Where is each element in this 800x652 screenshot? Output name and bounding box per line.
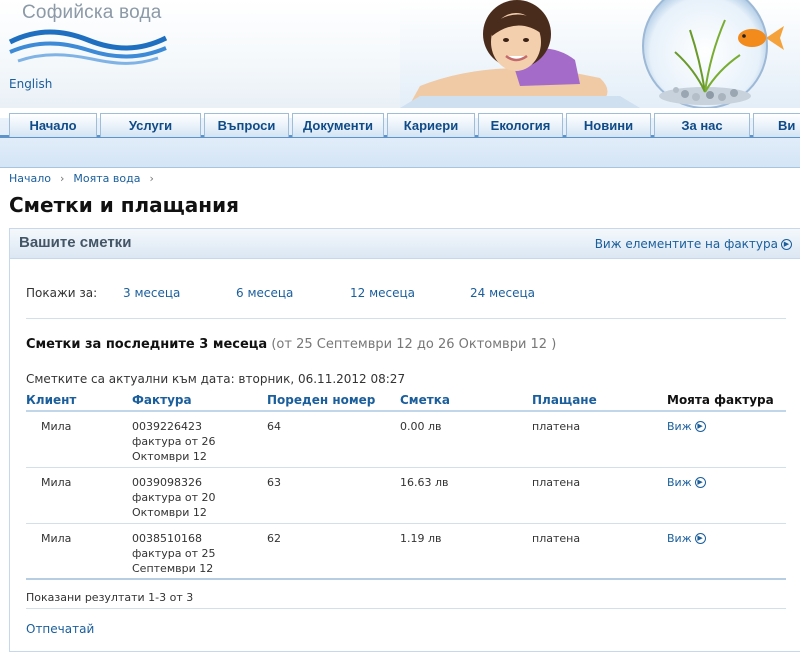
invoice-number: 0039226423 bbox=[132, 420, 202, 433]
column-header-my-invoice: Моята фактура bbox=[667, 393, 774, 407]
filter-24-months-link[interactable]: 24 месеца bbox=[470, 286, 535, 300]
payment-cell: платена bbox=[532, 476, 581, 489]
view-invoice-label: Виж bbox=[667, 532, 692, 545]
invoice-date-line: фактура от 26 bbox=[132, 435, 216, 448]
amount-cell: 16.63 лв bbox=[400, 476, 449, 489]
bills-updated-text: Сметките са актуални към дата: вторник, … bbox=[26, 372, 406, 386]
invoice-cell: 0038510168 фактура от 25 Септември 12 bbox=[132, 531, 216, 576]
bills-panel: Вашите сметки Виж елементите на фактура … bbox=[9, 228, 800, 652]
invoice-date-line: фактура от 25 bbox=[132, 547, 216, 560]
site-brand-name[interactable]: Софийска вода bbox=[22, 2, 162, 24]
bills-date-range: (от 25 Септември 12 до 26 Октомври 12 ) bbox=[271, 337, 557, 352]
my-invoice-cell: Виж ▶ bbox=[667, 531, 706, 546]
invoice-date-line: Октомври 12 bbox=[132, 450, 207, 463]
bills-panel-header: Вашите сметки Виж елементите на фактура … bbox=[10, 229, 800, 259]
nav-tab-careers[interactable]: Кариери bbox=[387, 113, 475, 137]
breadcrumb-separator: › bbox=[60, 172, 65, 185]
nav-tab-more[interactable]: Ви bbox=[753, 113, 800, 137]
column-header-invoice[interactable]: Фактура bbox=[132, 393, 192, 407]
view-invoice-link[interactable]: Виж ▶ bbox=[667, 531, 706, 546]
table-row: Мила 0038510168 фактура от 25 Септември … bbox=[26, 524, 786, 580]
nav-tab-documents[interactable]: Документи bbox=[292, 113, 384, 137]
invoice-number: 0039098326 bbox=[132, 476, 202, 489]
column-header-amount[interactable]: Сметка bbox=[400, 393, 450, 407]
filter-3-months-link[interactable]: 3 месеца bbox=[123, 286, 180, 300]
invoice-number: 0038510168 bbox=[132, 532, 202, 545]
page-title: Сметки и плащания bbox=[9, 193, 239, 217]
column-header-sequence[interactable]: Пореден номер bbox=[267, 393, 375, 407]
my-invoice-cell: Виж ▶ bbox=[667, 475, 706, 490]
breadcrumb-home-link[interactable]: Начало bbox=[9, 172, 51, 185]
nav-tab-news[interactable]: Новини bbox=[566, 113, 651, 137]
bills-table: Клиент Фактура Пореден номер Сметка Плащ… bbox=[26, 389, 786, 580]
bills-section-title: Сметки за последните 3 месеца (от 25 Сеп… bbox=[26, 337, 556, 352]
nav-tab-ecology[interactable]: Екология bbox=[478, 113, 563, 137]
client-cell: Мила bbox=[41, 420, 72, 433]
filter-6-months-link[interactable]: 6 месеца bbox=[236, 286, 293, 300]
invoice-cell: 0039098326 фактура от 20 Октомври 12 bbox=[132, 475, 216, 520]
sequence-cell: 64 bbox=[267, 420, 281, 433]
table-row: Мила 0039098326 фактура от 20 Октомври 1… bbox=[26, 468, 786, 524]
invoice-date-line: фактура от 20 bbox=[132, 491, 216, 504]
payment-cell: платена bbox=[532, 420, 581, 433]
table-row: Мила 0039226423 фактура от 26 Октомври 1… bbox=[26, 412, 786, 468]
breadcrumb-separator: › bbox=[149, 172, 154, 185]
client-cell: Мила bbox=[41, 476, 72, 489]
my-invoice-cell: Виж ▶ bbox=[667, 419, 706, 434]
main-navigation: Начало Услуги Въпроси Документи Кариери … bbox=[0, 108, 800, 168]
sequence-cell: 62 bbox=[267, 532, 281, 545]
circle-arrow-right-icon: ▶ bbox=[781, 238, 792, 250]
invoice-date-line: Октомври 12 bbox=[132, 506, 207, 519]
print-link[interactable]: Отпечатай bbox=[26, 622, 94, 636]
breadcrumb: Начало › Моята вода › bbox=[9, 172, 154, 185]
view-invoice-elements-link[interactable]: Виж елементите на фактура ▶ bbox=[595, 237, 792, 251]
divider bbox=[26, 318, 786, 319]
bills-panel-title: Вашите сметки bbox=[19, 234, 132, 251]
filter-12-months-link[interactable]: 12 месеца bbox=[350, 286, 415, 300]
nav-tab-home[interactable]: Начало bbox=[9, 113, 97, 137]
client-cell: Мила bbox=[41, 532, 72, 545]
divider bbox=[26, 608, 786, 609]
invoice-cell: 0039226423 фактура от 26 Октомври 12 bbox=[132, 419, 216, 464]
bills-section-heading: Сметки за последните 3 месеца bbox=[26, 337, 268, 352]
logo-waves-icon bbox=[8, 29, 168, 65]
invoice-date-line: Септември 12 bbox=[132, 562, 214, 575]
amount-cell: 0.00 лв bbox=[400, 420, 442, 433]
results-count: Показани резултати 1-3 от 3 bbox=[26, 591, 194, 604]
breadcrumb-my-water-link[interactable]: Моята вода bbox=[73, 172, 140, 185]
english-language-link[interactable]: English bbox=[9, 77, 52, 91]
circle-arrow-right-icon: ▶ bbox=[694, 477, 706, 488]
circle-arrow-right-icon: ▶ bbox=[694, 421, 706, 432]
nav-tab-services[interactable]: Услуги bbox=[100, 113, 201, 137]
view-invoice-label: Виж bbox=[667, 476, 692, 489]
view-invoice-label: Виж bbox=[667, 420, 692, 433]
column-header-client[interactable]: Клиент bbox=[26, 393, 76, 407]
site-header: Софийска вода English bbox=[0, 0, 800, 108]
view-invoice-link[interactable]: Виж ▶ bbox=[667, 475, 706, 490]
header-banner-image bbox=[400, 0, 800, 108]
bills-table-header: Клиент Фактура Пореден номер Сметка Плащ… bbox=[26, 389, 786, 412]
nav-tab-questions[interactable]: Въпроси bbox=[204, 113, 289, 137]
amount-cell: 1.19 лв bbox=[400, 532, 442, 545]
circle-arrow-right-icon: ▶ bbox=[694, 533, 706, 544]
nav-tab-about[interactable]: За нас bbox=[654, 113, 750, 137]
payment-cell: платена bbox=[532, 532, 581, 545]
nav-tabs: Начало Услуги Въпроси Документи Кариери … bbox=[9, 113, 800, 137]
view-invoice-link[interactable]: Виж ▶ bbox=[667, 419, 706, 434]
period-filter-label: Покажи за: bbox=[26, 286, 98, 300]
column-header-payment[interactable]: Плащане bbox=[532, 393, 597, 407]
sequence-cell: 63 bbox=[267, 476, 281, 489]
view-invoice-elements-label: Виж елементите на фактура bbox=[594, 237, 778, 251]
